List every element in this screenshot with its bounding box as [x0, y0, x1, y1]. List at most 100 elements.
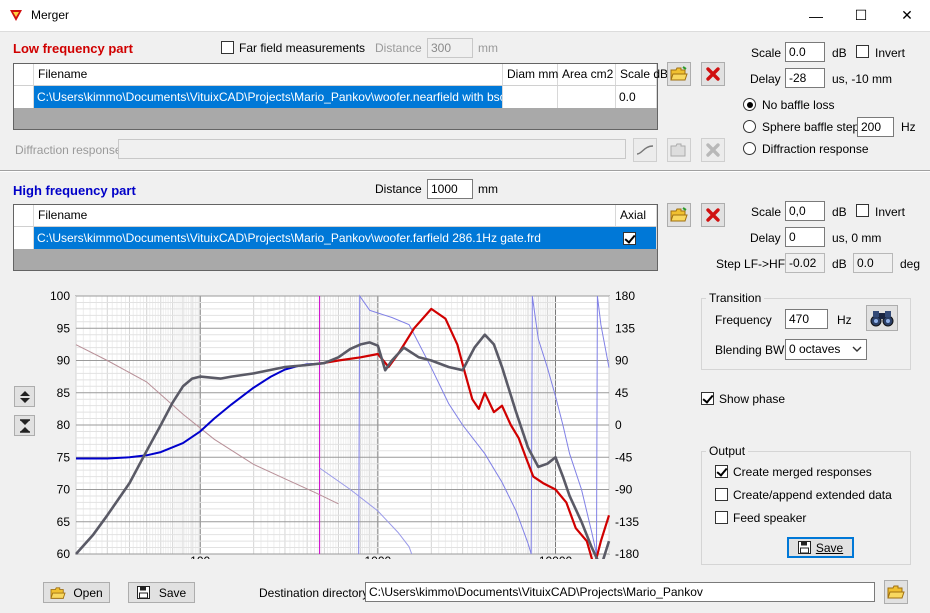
sphere-baffle-label: Sphere baffle step — [762, 120, 860, 134]
hf-file-grid[interactable]: Filename Axial C:\Users\kimmo\Documents\… — [13, 204, 658, 271]
lf-row-diam[interactable] — [503, 86, 558, 108]
lf-invert-label: Invert — [875, 46, 906, 60]
step-deg-value: 0.0 — [853, 253, 893, 273]
zoom-in-button[interactable] — [14, 386, 35, 407]
y2-tick-label: -135 — [615, 515, 639, 529]
sphere-baffle-radio[interactable] — [743, 120, 756, 133]
y-tick-label: 90 — [57, 354, 71, 368]
lf-invert-checkbox[interactable] — [856, 45, 869, 58]
hf-delay-input[interactable]: 0 — [785, 227, 825, 247]
find-transition-button[interactable] — [866, 305, 898, 331]
lf-remove-file-button[interactable] — [701, 62, 725, 86]
hf-distance-input[interactable]: 1000 — [427, 179, 473, 199]
expand-vertical-icon — [19, 390, 30, 403]
lf-delay-input[interactable]: -28 — [785, 68, 825, 88]
close-icon: ✕ — [901, 7, 913, 23]
destination-directory-input[interactable]: C:\Users\kimmo\Documents\VituixCAD\Proje… — [365, 582, 875, 602]
hf-invert-checkbox[interactable] — [856, 204, 869, 217]
open-folder-icon — [670, 207, 688, 222]
lf-distance-label: Distance — [375, 41, 422, 55]
far-field-checkbox[interactable] — [221, 41, 234, 54]
diffraction-remove-button[interactable] — [701, 138, 725, 162]
hf-col-axial[interactable]: Axial — [616, 205, 657, 226]
maximize-icon: ☐ — [854, 7, 868, 23]
lf-scale-unit: dB — [832, 46, 847, 60]
minimize-button[interactable]: — — [793, 0, 839, 31]
close-button[interactable]: ✕ — [884, 0, 930, 31]
open-folder-icon — [670, 143, 686, 157]
hf-invert-label: Invert — [875, 205, 906, 219]
y-tick-label: 100 — [50, 289, 70, 303]
hf-axial-checkbox[interactable] — [623, 232, 636, 245]
lf-row-scale[interactable]: 0.0 — [616, 86, 657, 108]
y-tick-label: 80 — [57, 418, 71, 432]
diffraction-curve-button[interactable] — [633, 138, 657, 162]
y2-tick-label: 180 — [615, 289, 635, 303]
lf-col-area[interactable]: Area cm2 — [558, 64, 616, 85]
diffraction-response-option-label: Diffraction response — [762, 142, 869, 156]
hf-delay-label: Delay — [750, 231, 781, 245]
y2-tick-label: -90 — [615, 483, 633, 497]
hf-remove-file-button[interactable] — [701, 203, 725, 227]
show-phase-label: Show phase — [719, 392, 786, 406]
compress-vertical-icon — [19, 418, 30, 433]
open-button[interactable]: Open — [43, 582, 110, 603]
lf-scale-label: Scale — [751, 46, 782, 60]
hf-distance-unit: mm — [478, 182, 498, 196]
hf-scale-unit: dB — [832, 205, 847, 219]
hf-scale-input[interactable]: 0,0 — [785, 201, 825, 221]
transition-frequency-unit: Hz — [837, 313, 852, 327]
create-merged-checkbox[interactable] — [715, 465, 728, 478]
open-folder-icon — [50, 586, 66, 599]
far-field-label: Far field measurements — [239, 41, 366, 55]
lf-row-filename[interactable]: C:\Users\kimmo\Documents\VituixCAD\Proje… — [34, 86, 503, 108]
lf-file-grid[interactable]: Filename Diam mm Area cm2 Scale dB C:\Us… — [13, 63, 668, 130]
step-db-value: -0.02 — [785, 253, 825, 273]
browse-destination-button[interactable] — [884, 580, 908, 604]
lf-distance-unit: mm — [478, 41, 498, 55]
output-save-button[interactable]: Save — [787, 537, 854, 558]
sphere-baffle-input[interactable]: 200 — [857, 117, 894, 137]
diffraction-response-radio[interactable] — [743, 142, 756, 155]
x-tick-label: 10000 — [539, 554, 573, 559]
lf-open-file-button[interactable] — [667, 62, 691, 86]
maximize-button[interactable]: ☐ — [838, 0, 884, 31]
lf-scale-input[interactable]: 0.0 — [785, 42, 825, 62]
lf-col-diam[interactable]: Diam mm — [503, 64, 558, 85]
diffraction-response-input[interactable] — [118, 139, 626, 159]
lf-file-row[interactable]: C:\Users\kimmo\Documents\VituixCAD\Proje… — [14, 86, 657, 108]
step-lf-hf-label: Step LF->HF — [716, 257, 786, 271]
y-tick-label: 70 — [57, 483, 71, 497]
zoom-out-button[interactable] — [14, 415, 35, 436]
y2-tick-label: 90 — [615, 354, 629, 368]
hf-col-filename[interactable]: Filename — [34, 205, 616, 226]
chart-svg[interactable]: 100 95 90 85 80 75 70 65 60 180 135 90 45 0 -45 -90 -135… — [42, 279, 640, 569]
diffraction-open-button[interactable] — [667, 138, 691, 162]
lf-grid-header: Filename Diam mm Area cm2 Scale dB — [14, 64, 668, 86]
sphere-baffle-unit: Hz — [901, 120, 916, 134]
show-phase-checkbox[interactable] — [701, 392, 714, 405]
blending-bw-select[interactable]: 0 octaves — [785, 339, 867, 360]
lf-distance-input[interactable]: 300 — [427, 38, 473, 58]
hf-open-file-button[interactable] — [667, 203, 691, 227]
hf-row-filename[interactable]: C:\Users\kimmo\Documents\VituixCAD\Proje… — [34, 227, 657, 249]
no-baffle-loss-radio[interactable] — [743, 98, 756, 111]
y2-tick-label: -45 — [615, 450, 633, 464]
section-divider — [0, 170, 930, 172]
feed-speaker-label: Feed speaker — [733, 511, 807, 525]
delete-icon — [706, 208, 720, 222]
feed-speaker-checkbox[interactable] — [715, 511, 728, 524]
save-disk-icon — [136, 586, 150, 599]
hf-file-row[interactable]: C:\Users\kimmo\Documents\VituixCAD\Proje… — [14, 227, 657, 249]
y-tick-label: 75 — [57, 450, 71, 464]
lf-row-area[interactable] — [558, 86, 616, 108]
create-extended-checkbox[interactable] — [715, 488, 728, 501]
step-db-unit: dB — [832, 257, 847, 271]
lf-col-filename[interactable]: Filename — [34, 64, 503, 85]
y2-tick-label: 0 — [615, 418, 622, 432]
lf-col-scale[interactable]: Scale dB — [616, 64, 668, 85]
save-button[interactable]: Save — [128, 582, 195, 603]
transition-frequency-input[interactable]: 470 — [785, 309, 828, 329]
lf-delay-unit: us, -10 mm — [832, 72, 893, 86]
frequency-response-chart[interactable]: 100 95 90 85 80 75 70 65 60 180 135 90 45 0 -45 -90 -135… — [42, 279, 640, 569]
